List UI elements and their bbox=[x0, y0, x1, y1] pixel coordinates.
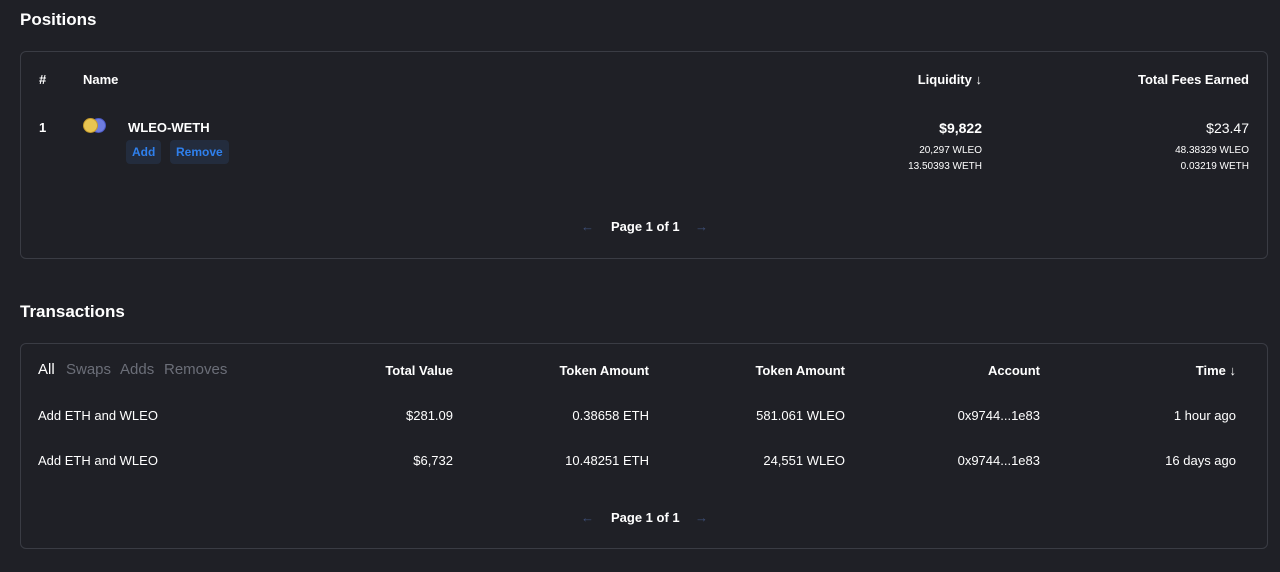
position-fees-token0: 48.38329 WLEO bbox=[1175, 145, 1249, 156]
transactions-next-page-icon[interactable]: → bbox=[695, 510, 708, 525]
positions-title: Positions bbox=[20, 10, 97, 29]
sort-down-icon: ↓ bbox=[975, 72, 983, 87]
positions-panel: # Name Liquidity ↓ Total Fees Earned 1 W… bbox=[20, 51, 1268, 259]
transactions-title: Transactions bbox=[20, 302, 125, 321]
positions-header-fees: Total Fees Earned bbox=[1137, 72, 1249, 87]
filter-adds-tab[interactable]: Adds bbox=[120, 361, 154, 378]
transactions-page-indicator: Page 1 of 1 bbox=[611, 510, 680, 525]
positions-next-page-icon[interactable]: → bbox=[695, 219, 708, 234]
wleo-token-icon bbox=[83, 118, 98, 133]
add-liquidity-button[interactable]: Add bbox=[126, 140, 162, 164]
positions-header-index: # bbox=[39, 72, 47, 87]
position-fees-token1: 0.03219 WETH bbox=[1180, 161, 1249, 172]
pair-token-icon bbox=[83, 118, 107, 134]
sort-down-icon: ↓ bbox=[1229, 363, 1237, 378]
time-label: Time bbox=[1195, 363, 1226, 378]
position-liquidity-token0: 20,297 WLEO bbox=[919, 145, 982, 156]
tx-header-total-value: Total Value bbox=[385, 363, 453, 378]
filter-swaps-tab[interactable]: Swaps bbox=[66, 361, 111, 378]
tx-token-amount-1: 0.38658 ETH bbox=[572, 408, 649, 423]
position-index: 1 bbox=[39, 120, 47, 135]
tx-account-link[interactable]: 0x9744...1e83 bbox=[958, 408, 1040, 423]
positions-header-name: Name bbox=[83, 72, 119, 87]
tx-token-amount-2: 581.061 WLEO bbox=[756, 408, 845, 423]
positions-header-liquidity[interactable]: Liquidity ↓ bbox=[918, 72, 982, 87]
tx-header-account: Account bbox=[988, 363, 1040, 378]
position-liquidity-token1: 13.50393 WETH bbox=[908, 161, 982, 172]
tx-header-time[interactable]: Time ↓ bbox=[1196, 363, 1236, 378]
tx-token-amount-2: 24,551 WLEO bbox=[763, 453, 845, 468]
tx-account-link[interactable]: 0x9744...1e83 bbox=[958, 453, 1040, 468]
tx-total-value: $6,732 bbox=[413, 453, 453, 468]
positions-page-indicator: Page 1 of 1 bbox=[611, 219, 680, 234]
tx-header-token-amount-1: Token Amount bbox=[559, 363, 649, 378]
filter-all-tab[interactable]: All bbox=[38, 361, 55, 378]
tx-action-link[interactable]: Add ETH and WLEO bbox=[38, 453, 158, 468]
tx-time: 1 hour ago bbox=[1173, 408, 1236, 423]
filter-removes-tab[interactable]: Removes bbox=[164, 361, 227, 378]
remove-liquidity-button[interactable]: Remove bbox=[170, 140, 229, 164]
position-pair-name[interactable]: WLEO-WETH bbox=[128, 120, 210, 135]
positions-prev-page-icon[interactable]: ← bbox=[581, 219, 594, 234]
tx-header-token-amount-2: Token Amount bbox=[755, 363, 845, 378]
tx-action-link[interactable]: Add ETH and WLEO bbox=[38, 408, 158, 423]
tx-token-amount-1: 10.48251 ETH bbox=[565, 453, 649, 468]
transactions-prev-page-icon[interactable]: ← bbox=[581, 510, 594, 525]
position-fees-usd: $23.47 bbox=[1206, 120, 1249, 136]
tx-total-value: $281.09 bbox=[406, 408, 453, 423]
position-liquidity-usd: $9,822 bbox=[939, 120, 982, 136]
tx-time: 16 days ago bbox=[1165, 453, 1236, 468]
transactions-panel: All Swaps Adds Removes Total Value Token… bbox=[20, 343, 1268, 549]
liquidity-label: Liquidity bbox=[917, 72, 972, 87]
